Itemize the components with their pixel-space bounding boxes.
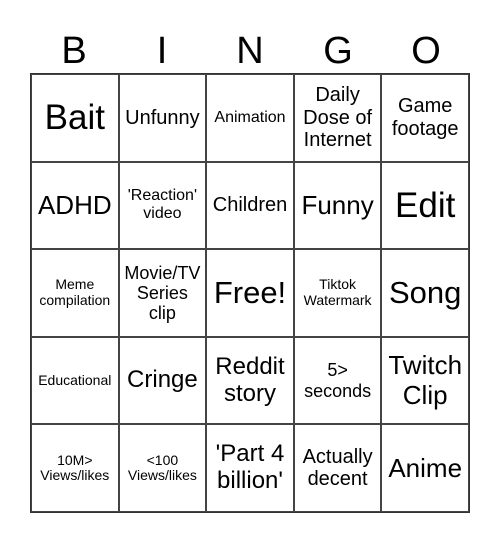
bingo-cell[interactable]: Unfunny: [118, 74, 207, 162]
free-space-cell[interactable]: Free!: [206, 249, 294, 337]
bingo-header: B I N G O: [30, 30, 470, 72]
bingo-cell[interactable]: Educational: [31, 336, 119, 425]
bingo-cell[interactable]: Meme compilation: [31, 249, 119, 337]
bingo-cell[interactable]: <100 Views/likes: [118, 424, 207, 512]
bingo-cell[interactable]: Edit: [381, 161, 469, 250]
bingo-cell[interactable]: ADHD: [31, 161, 119, 250]
bingo-cell[interactable]: Tiktok Watermark: [293, 249, 382, 337]
header-letter-n: N: [236, 30, 264, 72]
bingo-cell[interactable]: 'Part 4 billion': [206, 424, 294, 512]
bingo-cell[interactable]: Bait: [31, 74, 119, 162]
bingo-cell[interactable]: Movie/TV Series clip: [118, 249, 207, 337]
bingo-cell[interactable]: Funny: [293, 161, 382, 250]
bingo-cell[interactable]: Game footage: [381, 74, 469, 162]
header-letter-b: B: [61, 30, 87, 72]
bingo-cell[interactable]: Cringe: [118, 336, 207, 425]
header-letter-g: G: [323, 30, 353, 72]
bingo-cell[interactable]: Anime: [381, 424, 469, 512]
bingo-cell[interactable]: Twitch Clip: [381, 336, 469, 425]
bingo-cell[interactable]: Daily Dose of Internet: [293, 74, 382, 162]
bingo-cell[interactable]: Animation: [206, 74, 294, 162]
header-letter-i: I: [156, 30, 168, 72]
bingo-cell[interactable]: 5> seconds: [293, 336, 382, 425]
bingo-cell[interactable]: 10M> Views/likes: [31, 424, 119, 512]
header-letter-o: O: [411, 30, 441, 72]
bingo-cell[interactable]: 'Reaction' video: [118, 161, 207, 250]
bingo-card: Bait Unfunny Animation Daily Dose of Int…: [30, 73, 470, 513]
bingo-cell[interactable]: Reddit story: [206, 336, 294, 425]
bingo-cell[interactable]: Actually decent: [293, 424, 382, 512]
bingo-cell[interactable]: Song: [381, 249, 469, 337]
bingo-cell[interactable]: Children: [206, 161, 294, 250]
